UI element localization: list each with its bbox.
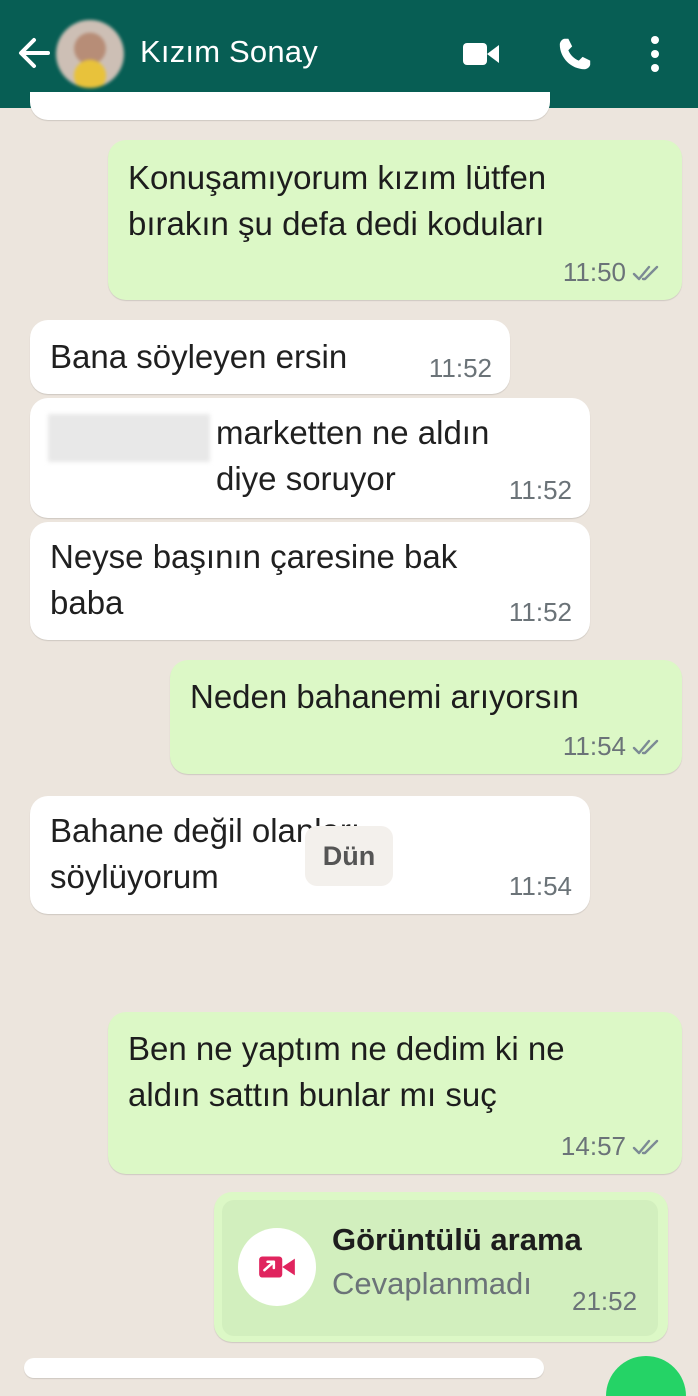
read-ticks-icon [632, 1139, 659, 1154]
read-ticks-icon [632, 265, 659, 280]
read-ticks-icon [632, 739, 659, 754]
message-partial[interactable] [30, 92, 550, 120]
redacted-text [48, 414, 210, 462]
message-time: 11:52 [429, 353, 492, 384]
message-incoming[interactable]: Bana söyleyen ersin 11:52 [30, 320, 510, 394]
time-label: 14:57 [560, 1131, 626, 1161]
time-label: 11:54 [508, 871, 572, 901]
message-outgoing[interactable]: Ben ne yaptım ne dedim ki ne aldın sattı… [108, 1012, 682, 1174]
message-text: Konuşamıyorum kızım lütfen bırakın şu de… [128, 159, 547, 242]
message-partial[interactable] [24, 1358, 544, 1378]
message-text: Bana söyleyen ersin [50, 338, 348, 375]
message-time: 14:57 [561, 1131, 664, 1162]
message-text: Ben ne yaptım ne dedim ki ne aldın sattı… [128, 1030, 565, 1113]
message-incoming[interactable]: Neyse başının çaresine bak baba 11:52 [30, 522, 590, 640]
time-label: 11:52 [428, 353, 492, 383]
video-call-icon[interactable] [460, 34, 502, 74]
message-time: 11:52 [509, 597, 572, 628]
missed-video-call-icon [259, 1256, 295, 1278]
avatar[interactable] [56, 20, 124, 88]
fab-partial[interactable] [606, 1356, 686, 1396]
back-arrow-icon[interactable] [14, 30, 54, 76]
time-label: 11:54 [562, 731, 626, 761]
message-text: Neyse başının çaresine bak baba [50, 538, 458, 621]
message-time: 11:50 [563, 257, 664, 288]
phone-icon[interactable] [556, 34, 594, 74]
message-outgoing[interactable]: Neden bahanemi arıyorsın 11:54 [170, 660, 682, 774]
message-text: Neden bahanemi arıyorsın [190, 678, 579, 715]
call-time: 21:52 [572, 1286, 638, 1316]
day-separator: Dün [305, 826, 393, 886]
time-label: 11:52 [508, 475, 572, 505]
message-time: 11:54 [509, 871, 572, 902]
message-time: 11:54 [563, 731, 664, 762]
call-status: Cevaplanmadı [332, 1266, 532, 1301]
contact-name[interactable]: Kızım Sonay [140, 34, 318, 70]
time-label: 11:52 [508, 597, 572, 627]
message-time: 11:52 [509, 475, 572, 506]
message-outgoing[interactable]: Konuşamıyorum kızım lütfen bırakın şu de… [108, 140, 682, 300]
time-label: 11:50 [562, 257, 626, 287]
more-vert-icon[interactable] [648, 34, 662, 74]
call-title: Görüntülü arama [332, 1222, 582, 1257]
